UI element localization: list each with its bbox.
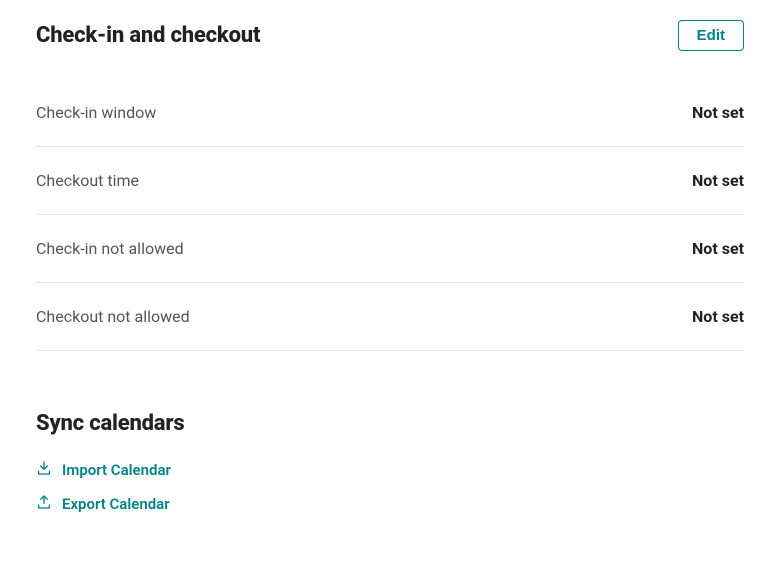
- checkout-not-allowed-value: Not set: [692, 307, 744, 326]
- sync-calendars-section: Sync calendars Import Calendar Export Ca…: [36, 411, 744, 514]
- edit-button[interactable]: Edit: [678, 20, 744, 51]
- checkin-not-allowed-value: Not set: [692, 239, 744, 258]
- checkin-not-allowed-label: Check-in not allowed: [36, 239, 184, 258]
- checkin-not-allowed-row[interactable]: Check-in not allowed Not set: [36, 215, 744, 283]
- import-calendar-link[interactable]: Import Calendar: [36, 460, 744, 480]
- checkout-not-allowed-row[interactable]: Checkout not allowed Not set: [36, 283, 744, 351]
- export-calendar-link[interactable]: Export Calendar: [36, 494, 744, 514]
- checkin-header: Check-in and checkout Edit: [36, 20, 744, 51]
- import-icon: [36, 460, 52, 480]
- checkin-settings-list: Check-in window Not set Checkout time No…: [36, 79, 744, 351]
- export-icon: [36, 494, 52, 514]
- checkin-window-label: Check-in window: [36, 103, 156, 122]
- checkin-window-row[interactable]: Check-in window Not set: [36, 79, 744, 147]
- checkout-time-label: Checkout time: [36, 171, 139, 190]
- import-calendar-label: Import Calendar: [62, 461, 171, 479]
- checkout-time-row[interactable]: Checkout time Not set: [36, 147, 744, 215]
- export-calendar-label: Export Calendar: [62, 495, 170, 513]
- sync-calendars-title: Sync calendars: [36, 411, 744, 436]
- checkin-window-value: Not set: [692, 103, 744, 122]
- checkout-not-allowed-label: Checkout not allowed: [36, 307, 190, 326]
- checkout-time-value: Not set: [692, 171, 744, 190]
- checkin-title: Check-in and checkout: [36, 23, 260, 48]
